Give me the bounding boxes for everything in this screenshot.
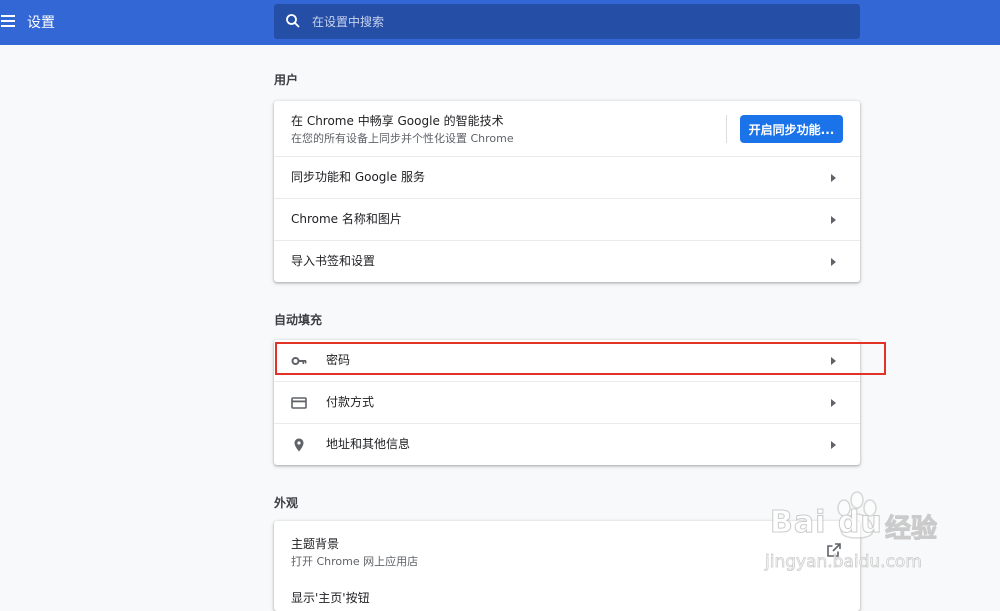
search-input[interactable] [312,4,842,39]
section-title-autofill: 自动填充 [274,313,323,327]
chevron-right-icon [831,174,836,182]
chevron-right-icon [831,216,836,224]
row-label: 密码 [326,353,351,367]
theme-title: 主题背景 [291,537,340,551]
sync-promo-subtitle: 在您的所有设备上同步并个性化设置 Chrome [291,132,514,145]
key-icon [291,357,307,365]
section-title-people: 用户 [274,73,299,87]
autofill-card: 密码 付款方式 地址和其他信息 [274,340,860,465]
watermark-suffix: 经验 [884,514,938,545]
menu-icon[interactable] [1,14,17,30]
location-pin-icon [294,438,304,452]
row-chrome-name-picture[interactable]: Chrome 名称和图片 [274,198,860,240]
row-addresses[interactable]: 地址和其他信息 [274,423,860,465]
page-title: 设置 [27,15,55,31]
row-label: 地址和其他信息 [326,437,411,451]
watermark-brand: Bai du [770,505,883,541]
row-label: Chrome 名称和图片 [291,212,402,226]
row-sync-services[interactable]: 同步功能和 Google 服务 [274,156,860,198]
row-label: 同步功能和 Google 服务 [291,170,425,184]
chevron-right-icon [831,258,836,266]
row-label: 导入书签和设置 [291,254,376,268]
search-icon [286,14,300,28]
credit-card-icon [291,397,307,409]
turn-on-sync-button[interactable]: 开启同步功能... [740,115,843,143]
chevron-right-icon [831,357,836,365]
row-passwords[interactable]: 密码 [274,340,860,381]
theme-subtitle: 打开 Chrome 网上应用店 [291,555,419,568]
people-card: 在 Chrome 中畅享 Google 的智能技术 在您的所有设备上同步并个性化… [274,101,860,282]
row-payment-methods[interactable]: 付款方式 [274,381,860,423]
divider [726,115,727,143]
chevron-right-icon [831,399,836,407]
chevron-right-icon [831,441,836,449]
top-bar: 设置 [0,0,1000,45]
sync-promo-title: 在 Chrome 中畅享 Google 的智能技术 [291,114,504,128]
row-label: 付款方式 [326,395,375,409]
search-box[interactable] [274,4,860,39]
sync-promo-row: 在 Chrome 中畅享 Google 的智能技术 在您的所有设备上同步并个性化… [274,101,860,156]
watermark-url: jingyan.baidu.com [765,552,923,573]
row-import-bookmarks[interactable]: 导入书签和设置 [274,240,860,282]
section-title-appearance: 外观 [274,496,299,510]
